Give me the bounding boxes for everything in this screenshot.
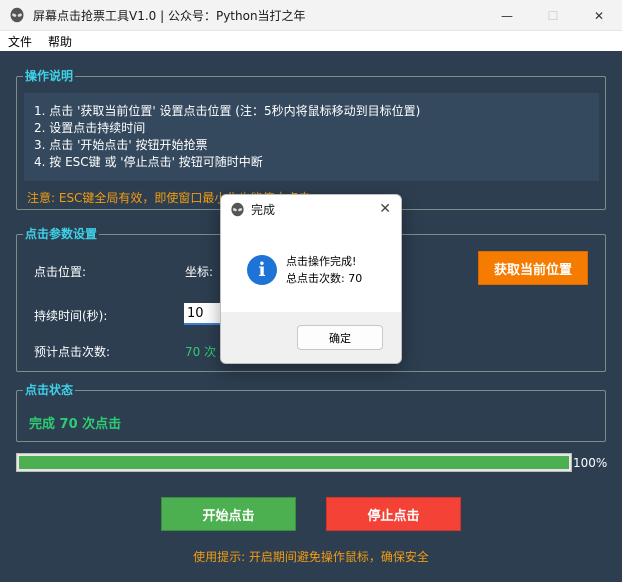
dialog-ok-button[interactable]: 确定 bbox=[297, 325, 383, 350]
progress-fill bbox=[19, 456, 569, 469]
position-label: 点击位置: bbox=[34, 265, 87, 279]
progress-label: 100% bbox=[573, 456, 608, 470]
menu-help[interactable]: 帮助 bbox=[40, 33, 80, 50]
duration-label: 持续时间(秒): bbox=[34, 309, 108, 323]
start-button[interactable]: 开始点击 bbox=[161, 497, 296, 531]
alien-app-icon bbox=[231, 202, 244, 216]
menu-file[interactable]: 文件 bbox=[0, 33, 40, 50]
status-title: 点击状态 bbox=[23, 382, 76, 398]
dialog-title: 完成 bbox=[251, 202, 276, 217]
progress-bar bbox=[16, 453, 572, 472]
instruction-line: 3. 点击 '开始点击' 按钮开始抢票 bbox=[34, 138, 208, 152]
instruction-line: 1. 点击 '获取当前位置' 设置点击位置 (注：5秒内将鼠标移动到目标位置) bbox=[34, 104, 421, 118]
completion-dialog: 完成 ✕ i 点击操作完成! 总点击次数: 70 确定 bbox=[220, 194, 402, 364]
count-label: 预计点击次数: bbox=[34, 345, 111, 359]
maximize-button[interactable]: ☐ bbox=[530, 0, 576, 31]
maximize-icon: ☐ bbox=[547, 8, 559, 23]
menu-bar: 文件 帮助 bbox=[0, 31, 622, 51]
status-group: 点击状态 完成 70 次点击 bbox=[16, 382, 606, 442]
status-text: 完成 70 次点击 bbox=[29, 417, 122, 432]
instructions-group: 操作说明 1. 点击 '获取当前位置' 设置点击位置 (注：5秒内将鼠标移动到目… bbox=[16, 68, 606, 210]
alien-app-icon bbox=[10, 7, 24, 23]
instruction-line: 2. 设置点击持续时间 bbox=[34, 121, 146, 135]
info-icon: i bbox=[247, 255, 277, 285]
params-title: 点击参数设置 bbox=[23, 226, 100, 242]
dialog-message-line1: 点击操作完成! bbox=[286, 255, 357, 268]
duration-input[interactable]: 10 bbox=[184, 303, 224, 325]
minimize-icon: — bbox=[501, 8, 513, 23]
dialog-message-line2: 总点击次数: 70 bbox=[286, 272, 363, 285]
close-button[interactable]: ✕ bbox=[576, 0, 622, 31]
coord-label: 坐标: bbox=[185, 265, 214, 279]
close-icon: ✕ bbox=[593, 8, 605, 23]
instructions-title: 操作说明 bbox=[23, 68, 76, 84]
window-controls: — ☐ ✕ bbox=[484, 0, 622, 31]
usage-tip: 使用提示: 开启期间避免操作鼠标，确保安全 bbox=[193, 550, 429, 564]
dialog-footer: 确定 bbox=[221, 312, 401, 363]
instruction-line: 4. 按 ESC键 或 '停止点击' 按钮可随时中断 bbox=[34, 155, 263, 169]
minimize-button[interactable]: — bbox=[484, 0, 530, 31]
title-bar: 屏幕点击抢票工具V1.0 | 公众号：Python当打之年 — ☐ ✕ bbox=[0, 0, 622, 31]
get-position-button[interactable]: 获取当前位置 bbox=[478, 251, 588, 285]
stop-button[interactable]: 停止点击 bbox=[326, 497, 461, 531]
count-value: 70 次 bbox=[185, 345, 217, 359]
dialog-close-icon[interactable]: ✕ bbox=[379, 201, 391, 217]
window-title: 屏幕点击抢票工具V1.0 | 公众号：Python当打之年 bbox=[33, 8, 306, 23]
dialog-body: i 点击操作完成! 总点击次数: 70 bbox=[221, 223, 401, 312]
dialog-title-bar: 完成 ✕ bbox=[221, 195, 401, 223]
instructions-box: 1. 点击 '获取当前位置' 设置点击位置 (注：5秒内将鼠标移动到目标位置) … bbox=[24, 93, 599, 181]
